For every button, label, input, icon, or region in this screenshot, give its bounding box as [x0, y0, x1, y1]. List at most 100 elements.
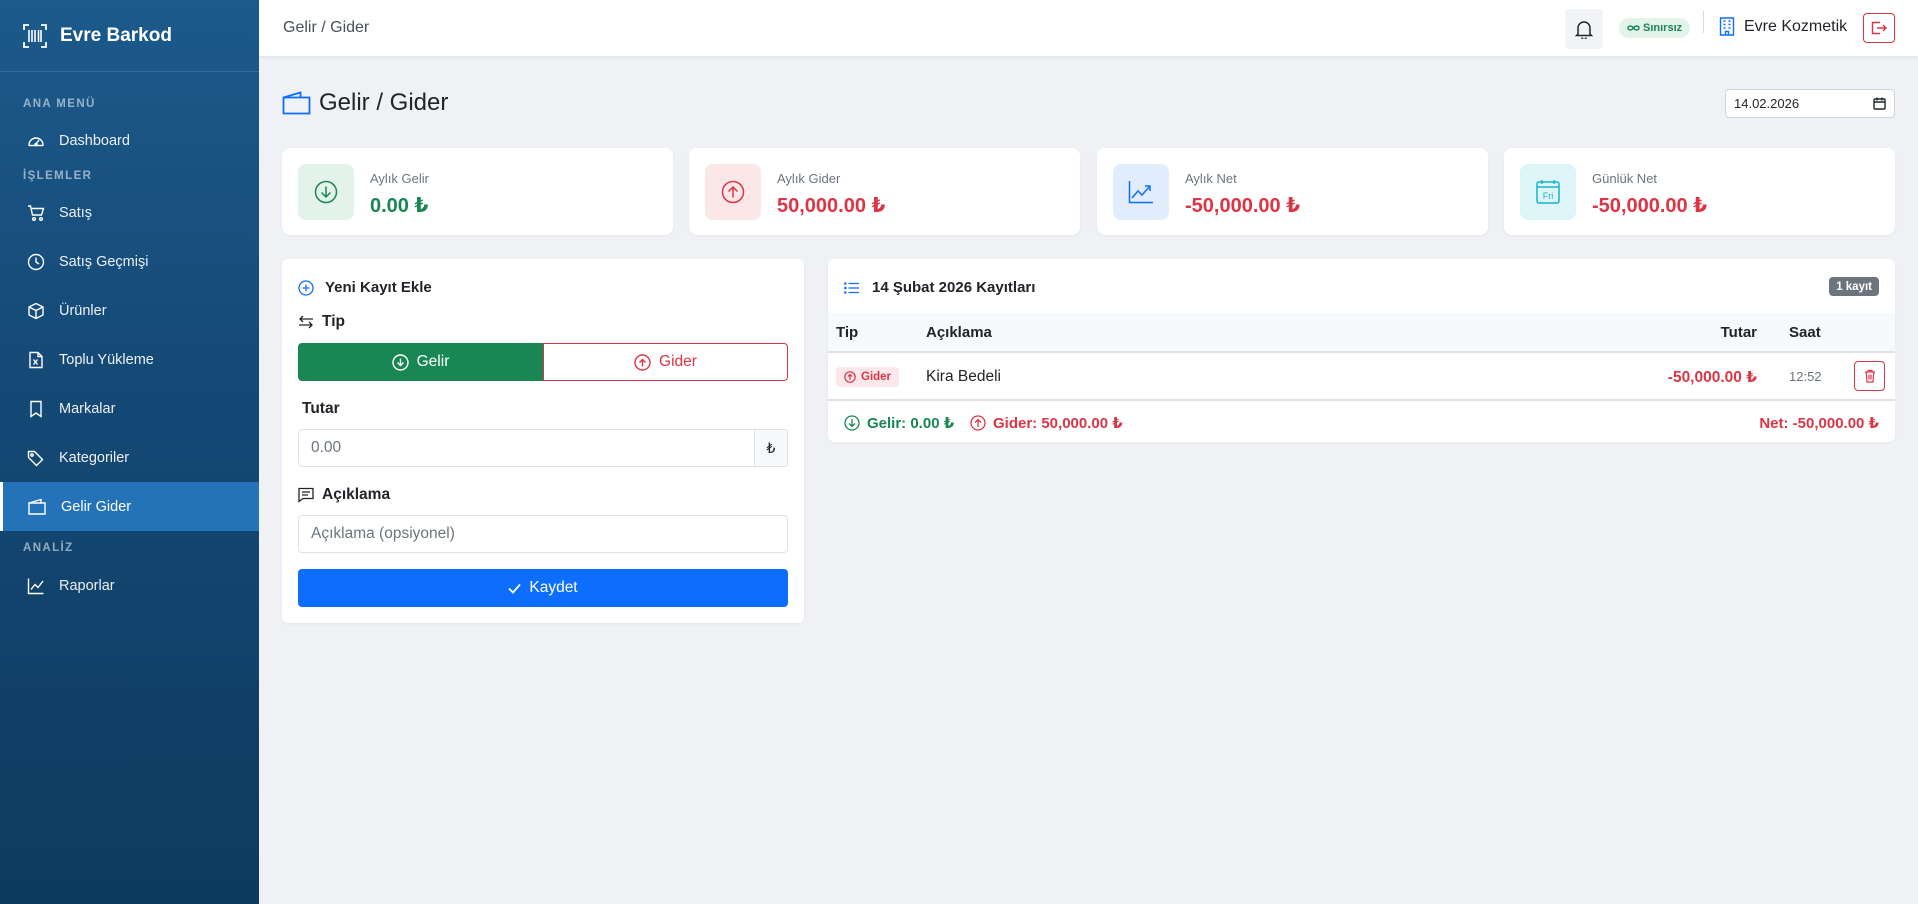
row-description: Kira Bedeli	[926, 368, 1001, 385]
stat-icon-box: Fri	[1520, 164, 1576, 220]
brand[interactable]: Evre Barkod	[0, 0, 259, 72]
page-title-text: Gelir / Gider	[319, 89, 449, 116]
delete-button[interactable]	[1854, 361, 1885, 391]
arrow-up-circle-icon	[970, 415, 986, 431]
sidebar-item-label: Kategoriler	[59, 449, 130, 466]
records-title: 14 Şubat 2026 Kayıtları	[872, 279, 1036, 296]
footer-expense-text: Gider: 50,000.00 ₺	[993, 415, 1123, 432]
new-entry-card: Yeni Kayıt Ekle Tip Gelir Gider Tutar ₺ …	[282, 259, 804, 623]
footer-net: Net: -50,000.00 ₺	[1759, 415, 1879, 432]
stat-value: 50,000.00 ₺	[777, 195, 886, 217]
sidebar-item-products[interactable]: Ürünler	[0, 286, 259, 335]
plan-badge: Sınırsız	[1619, 18, 1691, 38]
date-value: 14.02.2026	[1734, 96, 1800, 111]
company-name: Evre Kozmetik	[1744, 17, 1848, 35]
type-badge-expense: Gider	[836, 367, 900, 387]
amount-group: ₺	[298, 429, 788, 467]
new-entry-title: Yeni Kayıt Ekle	[325, 279, 432, 296]
type-label: Tip	[298, 313, 345, 331]
cart-icon	[28, 204, 45, 221]
date-picker[interactable]: 14.02.2026	[1725, 89, 1895, 118]
check-icon	[508, 583, 522, 594]
wallet-icon	[28, 498, 46, 515]
graph-up-arrow-icon	[1128, 181, 1153, 204]
chat-text-icon	[298, 487, 314, 503]
building-icon	[1719, 17, 1735, 36]
logout-button[interactable]	[1863, 13, 1895, 43]
bookmark-icon	[30, 400, 42, 418]
stat-value: -50,000.00 ₺	[1185, 195, 1301, 217]
sidebar: Evre Barkod ANA MENÜ Dashboard İŞLEMLER …	[0, 0, 259, 904]
col-time: Saat	[1789, 324, 1821, 341]
sidebar-item-label: Raporlar	[59, 577, 115, 594]
records-count-badge: 1 kayıt	[1829, 277, 1879, 296]
sidebar-item-label: Markalar	[59, 400, 116, 417]
sidebar-item-reports[interactable]: Raporlar	[0, 561, 259, 610]
topbar-divider	[1703, 11, 1704, 33]
stat-icon-box	[705, 164, 761, 220]
calendar-icon	[1873, 97, 1886, 110]
sidebar-item-label: Ürünler	[59, 302, 107, 319]
row-time: 12:52	[1789, 369, 1822, 384]
stat-card-daily-net: Fri Günlük Net -50,000.00 ₺	[1504, 148, 1895, 235]
stat-card-monthly-income: Aylık Gelir 0.00 ₺	[282, 148, 673, 235]
amount-input[interactable]	[298, 429, 754, 467]
description-label-text: Açıklama	[322, 486, 391, 503]
sidebar-item-label: Satış	[59, 204, 93, 221]
sidebar-item-sales-history[interactable]: Satış Geçmişi	[0, 237, 259, 286]
footer-expense: Gider: 50,000.00 ₺	[970, 414, 1123, 432]
stat-label: Günlük Net	[1592, 171, 1658, 186]
description-input[interactable]	[298, 515, 788, 553]
page-title: Gelir / Gider	[282, 89, 448, 117]
graph-up-icon	[27, 578, 44, 594]
logout-icon	[1871, 21, 1887, 35]
sidebar-item-categories[interactable]: Kategoriler	[0, 433, 259, 482]
brand-name: Evre Barkod	[60, 24, 172, 46]
save-button[interactable]: Kaydet	[298, 569, 788, 607]
sidebar-item-brands[interactable]: Markalar	[0, 384, 259, 433]
breadcrumb: Gelir / Gider	[283, 19, 370, 36]
save-button-label: Kaydet	[529, 579, 578, 596]
sidebar-item-sales[interactable]: Satış	[0, 188, 259, 237]
company-switcher[interactable]: Evre Kozmetik	[1719, 17, 1847, 36]
excel-file-icon	[29, 351, 43, 368]
stat-card-monthly-net: Aylık Net -50,000.00 ₺	[1097, 148, 1488, 235]
arrow-down-circle-icon	[314, 180, 338, 204]
infinity-icon	[1627, 25, 1640, 31]
tags-icon	[27, 450, 44, 466]
stat-value: -50,000.00 ₺	[1592, 195, 1708, 217]
clock-icon	[27, 253, 45, 270]
footer-income: Gelir: 0.00 ₺	[844, 414, 954, 432]
footer-income-text: Gelir: 0.00 ₺	[867, 415, 955, 432]
arrow-up-circle-icon	[634, 353, 651, 371]
stat-icon-box	[1113, 164, 1169, 220]
speedometer-icon	[28, 136, 44, 146]
section-title-analysis: ANALİZ	[23, 542, 74, 554]
arrow-left-right-icon	[299, 315, 313, 329]
barcode-icon	[23, 23, 47, 48]
records-card: 14 Şubat 2026 Kayıtları 1 kayıt Tip Açık…	[828, 259, 1895, 442]
stat-icon-box	[298, 164, 354, 220]
new-entry-header: Yeni Kayıt Ekle	[298, 279, 432, 296]
notifications-button[interactable]	[1565, 9, 1603, 49]
sidebar-item-dashboard[interactable]: Dashboard	[0, 116, 259, 165]
stat-card-monthly-expense: Aylık Gider 50,000.00 ₺	[689, 148, 1080, 235]
col-type: Tip	[836, 324, 859, 341]
sidebar-item-label: Toplu Yükleme	[59, 351, 154, 368]
plus-circle-icon	[298, 279, 314, 296]
amount-label: Tutar	[302, 400, 340, 418]
sidebar-item-bulk-upload[interactable]: Toplu Yükleme	[0, 335, 259, 384]
sidebar-item-income-expense[interactable]: Gelir Gider	[0, 482, 259, 531]
sidebar-item-label: Satış Geçmişi	[59, 253, 149, 270]
type-badge-label: Gider	[861, 371, 892, 383]
bell-icon	[1575, 21, 1593, 39]
box-icon	[28, 302, 44, 319]
arrow-up-circle-icon	[844, 371, 856, 383]
expense-toggle-button[interactable]: Gider	[543, 343, 788, 381]
arrow-up-circle-icon	[721, 180, 745, 204]
description-label: Açıklama	[298, 486, 390, 504]
table-row: Gider Kira Bedeli -50,000.00 ₺ 12:52	[828, 353, 1895, 401]
income-toggle-button[interactable]: Gelir	[298, 343, 543, 381]
wallet-icon	[282, 91, 311, 115]
sidebar-item-label: Dashboard	[59, 132, 130, 149]
